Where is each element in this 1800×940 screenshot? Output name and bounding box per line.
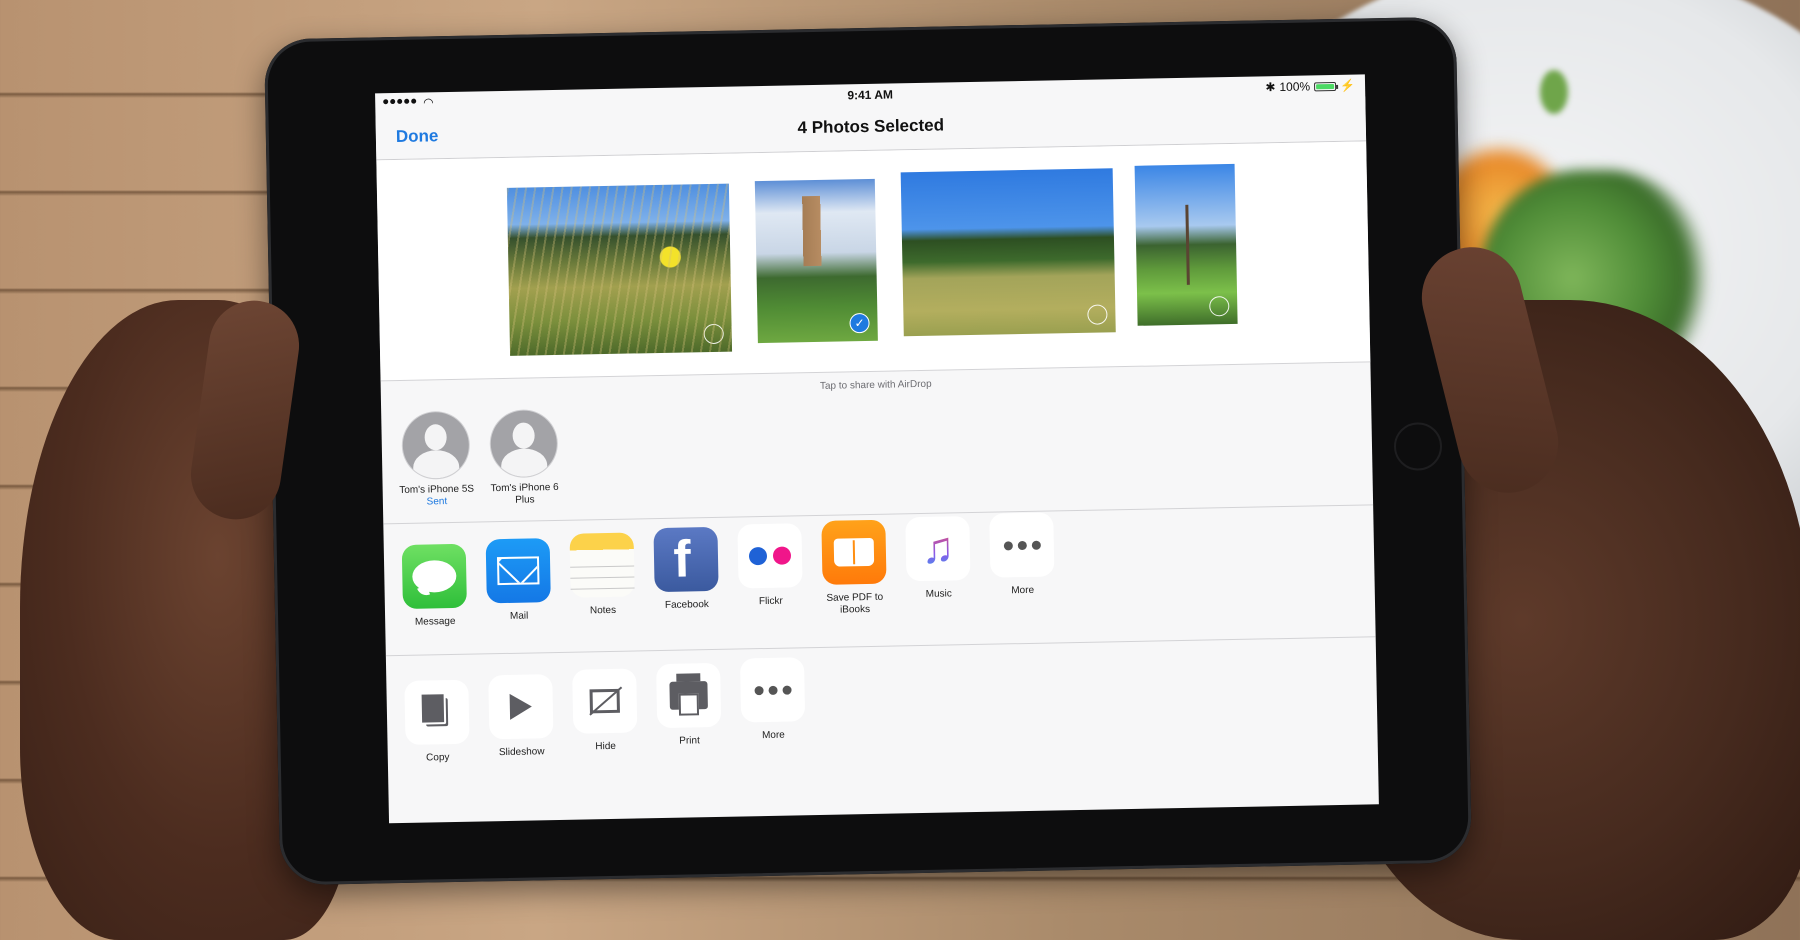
action-more[interactable]: More — [734, 657, 812, 742]
share-notes[interactable]: Notes — [564, 532, 642, 617]
action-slideshow[interactable]: Slideshow — [482, 674, 560, 759]
battery-icon — [1314, 81, 1337, 91]
share-facebook[interactable]: f Facebook — [647, 526, 725, 612]
battery-percent: 100% — [1279, 79, 1311, 95]
device-status: Sent — [426, 496, 448, 508]
music-icon: ♫ — [905, 516, 971, 582]
hide-icon — [572, 668, 638, 734]
flickr-icon — [737, 523, 803, 589]
share-ibooks[interactable]: Save PDF to iBooks — [815, 519, 893, 617]
photo-thumbnail[interactable] — [506, 183, 733, 356]
tile-label: Mail — [509, 610, 529, 622]
copy-icon — [404, 679, 470, 745]
tile-label: Print — [679, 735, 700, 747]
share-more[interactable]: More — [983, 512, 1061, 597]
play-icon — [488, 674, 554, 740]
checkmark-icon[interactable]: ✓ — [849, 312, 870, 334]
share-sheet-screen: ◠ 9:41 AM ✱ 100% ⚡ Done 4 Photos Selecte… — [375, 74, 1379, 824]
photo-thumbnail[interactable]: ✓ — [754, 178, 878, 344]
tile-label: Slideshow — [498, 746, 545, 759]
airdrop-device[interactable]: Tom's iPhone 5S Sent — [391, 411, 481, 509]
charging-icon: ⚡ — [1339, 78, 1356, 93]
selection-circle-icon[interactable] — [703, 323, 724, 345]
tile-label: Facebook — [664, 599, 709, 611]
device-name: Tom's iPhone 6 Plus — [490, 481, 559, 506]
tile-label: Flickr — [758, 595, 783, 608]
facebook-icon: f — [653, 526, 719, 593]
tile-label: Save PDF to iBooks — [826, 591, 884, 616]
more-icon — [989, 512, 1055, 578]
tile-label: Message — [414, 615, 456, 628]
tile-label: More — [1011, 584, 1035, 597]
tile-label: Copy — [426, 752, 450, 764]
print-icon — [656, 662, 722, 729]
notes-icon — [569, 532, 635, 598]
selection-circle-icon[interactable] — [1209, 296, 1230, 317]
more-icon — [739, 657, 806, 723]
actions-row: Copy Slideshow Hide Print More — [386, 638, 1379, 823]
airdrop-devices: Tap to share with AirDrop Tom's iPhone 5… — [380, 364, 1374, 525]
action-hide[interactable]: Hide — [566, 668, 644, 753]
tile-label: Hide — [595, 740, 617, 753]
ibooks-icon — [821, 519, 887, 585]
tile-label: Notes — [589, 604, 617, 617]
message-icon — [401, 543, 467, 609]
selection-circle-icon[interactable] — [1087, 304, 1108, 325]
airdrop-device[interactable]: Tom's iPhone 6 Plus — [479, 409, 569, 508]
home-button[interactable] — [1393, 421, 1443, 471]
mail-icon — [485, 538, 551, 604]
share-apps-row: Message Mail Notes f Facebook Flickr Sav… — [383, 506, 1376, 657]
avatar-icon — [402, 411, 470, 479]
background-leaf — [1540, 70, 1568, 114]
tile-label: Music — [925, 588, 952, 600]
avatar-icon — [490, 409, 558, 478]
photo-strip: ✓ — [376, 141, 1371, 382]
action-print[interactable]: Print — [650, 662, 728, 748]
status-right: ✱ 100% ⚡ — [1265, 79, 1355, 95]
bluetooth-icon: ✱ — [1265, 80, 1276, 95]
share-music[interactable]: ♫ Music — [899, 516, 977, 601]
share-mail[interactable]: Mail — [480, 538, 558, 623]
action-copy[interactable]: Copy — [398, 679, 476, 765]
page-title: 4 Photos Selected — [797, 115, 945, 138]
share-flickr[interactable]: Flickr — [731, 523, 809, 608]
photo-thumbnail[interactable] — [900, 168, 1116, 337]
ipad-device: ◠ 9:41 AM ✱ 100% ⚡ Done 4 Photos Selecte… — [263, 16, 1473, 886]
photo-thumbnail[interactable] — [1134, 163, 1238, 326]
device-name: Tom's iPhone 5S — [399, 483, 475, 497]
share-message[interactable]: Message — [396, 543, 474, 629]
tile-label: More — [761, 729, 785, 742]
